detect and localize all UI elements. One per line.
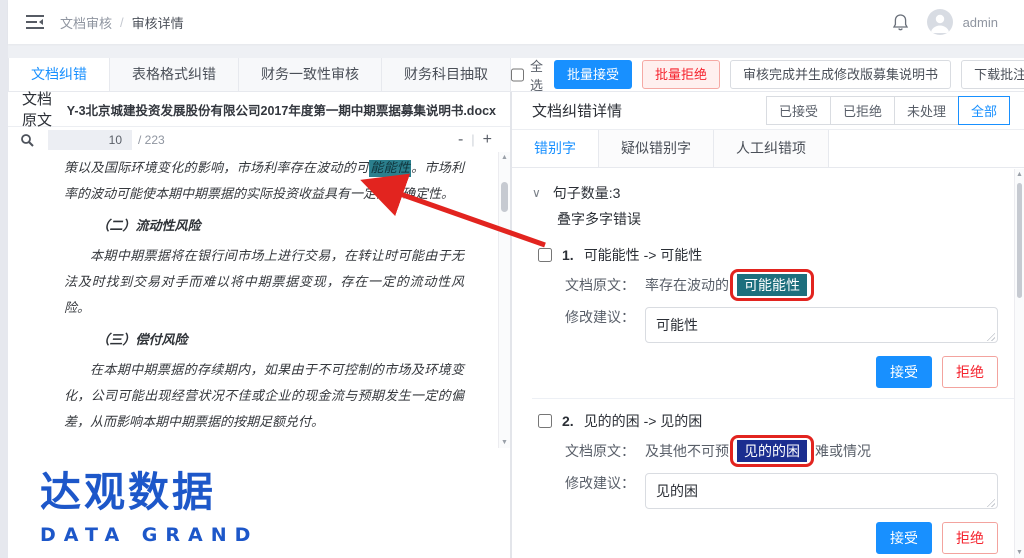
username[interactable]: admin [963, 15, 998, 30]
tab-finance-consistency[interactable]: 财务一致性审核 [239, 58, 382, 91]
scroll-up-icon[interactable]: ▲ [499, 154, 510, 161]
reject-button[interactable]: 拒绝 [942, 522, 998, 554]
doc-text-run: 策以及国际环境变化的影响，市场利率存在波动的可 [64, 161, 369, 176]
item-number: 2. [562, 413, 574, 429]
doc-heading: （二）流动性风险 [64, 214, 464, 240]
breadcrumb-separator: / [120, 15, 124, 30]
logo-cn-text: 达观数据 [40, 458, 258, 518]
item-title: 可能能性 -> 可能性 [584, 245, 703, 265]
annotation-red-box: 见的的困 [737, 441, 807, 461]
reject-button[interactable]: 拒绝 [942, 356, 998, 388]
select-all[interactable]: 全选 [511, 56, 544, 94]
chevron-down-icon[interactable]: ∨ [532, 186, 541, 200]
suggestion-input[interactable]: 可能性 [645, 307, 998, 343]
document-header: 文档原文 Y-3北京城建投资发展股份有限公司2017年度第一期中期票据募集说明书… [8, 92, 510, 126]
group-title: 句子数量:3 [553, 183, 621, 203]
tab-manual-correction[interactable]: 人工纠错项 [714, 130, 829, 167]
tab-table-format[interactable]: 表格格式纠错 [110, 58, 239, 91]
accept-button[interactable]: 接受 [876, 522, 932, 554]
download-annotated-button[interactable]: 下载批注版文件 [961, 60, 1024, 89]
top-navbar: 文档审核 / 审核详情 admin [8, 0, 1024, 44]
doc-heading: （三）偿付风险 [64, 328, 464, 354]
original-label: 文档原文： [565, 275, 635, 295]
original-prefix: 及其他不可预 [645, 441, 729, 461]
collapsed-sidebar [0, 0, 8, 558]
tab-suspected-typo[interactable]: 疑似错别字 [599, 130, 714, 167]
scroll-down-icon[interactable]: ▼ [499, 439, 510, 446]
datagrand-logo: 达观数据 DATA GRAND [40, 458, 258, 546]
select-all-label: 全选 [530, 56, 544, 94]
page-total: / 223 [138, 133, 165, 147]
scrollbar-thumb[interactable] [501, 182, 508, 212]
filter-accepted[interactable]: 已接受 [766, 96, 831, 125]
item-checkbox[interactable] [538, 414, 552, 428]
error-highlight[interactable]: 见的的困 [737, 440, 807, 462]
suggestion-label: 修改建议： [565, 307, 635, 327]
breadcrumb-root[interactable]: 文档审核 [60, 13, 112, 32]
scrollbar-thumb[interactable] [1017, 183, 1022, 298]
tab-doc-correct[interactable]: 文档纠错 [8, 58, 110, 91]
original-prefix: 率存在波动的 [645, 275, 729, 295]
correction-panel-title: 文档纠错详情 [532, 100, 622, 121]
breadcrumb-current: 审核详情 [132, 13, 184, 32]
filter-pending[interactable]: 未处理 [894, 96, 959, 125]
original-suffix: 难或情况 [815, 441, 871, 461]
doc-paragraph: 在本期中期票据的存续期内，如果由于不可控制的市场及环境变化，公司可能出现经营状况… [64, 358, 464, 436]
doc-error-highlight[interactable]: 能能性 [369, 160, 411, 177]
person-icon [927, 9, 953, 35]
scroll-down-icon[interactable]: ▼ [1015, 549, 1024, 556]
filter-all[interactable]: 全部 [958, 96, 1010, 125]
group-subtitle: 叠字多字错误 [557, 209, 1014, 229]
correction-item: 1. 可能能性 -> 可能性 文档原文： 率存在波动的 可能能性 修改建议： 可… [532, 233, 1014, 399]
finish-generate-button[interactable]: 审核完成并生成修改版募集说明书 [730, 60, 951, 89]
document-panel-title: 文档原文 [22, 88, 55, 130]
correction-list-scrollbar[interactable]: ▲ ▼ [1014, 169, 1024, 558]
select-all-checkbox[interactable] [511, 68, 524, 82]
search-icon[interactable] [20, 133, 34, 147]
document-filename: Y-3北京城建投资发展股份有限公司2017年度第一期中期票据募集说明书.docx [67, 100, 496, 119]
suggestion-input[interactable]: 见的困 [645, 473, 998, 509]
document-scrollbar[interactable]: ▲ ▼ [498, 152, 510, 448]
tab-typo[interactable]: 错别字 [512, 130, 599, 167]
menu-fold-icon[interactable] [26, 15, 44, 29]
bell-icon[interactable] [892, 13, 909, 32]
correction-panel-header: 文档纠错详情 已接受 已拒绝 未处理 全部 [512, 92, 1024, 130]
correction-panel: 文档纠错详情 已接受 已拒绝 未处理 全部 错别字 疑似错别字 人工纠错项 ∨ … [512, 92, 1024, 558]
group-header[interactable]: ∨ 句子数量:3 叠字多字错误 [532, 169, 1014, 233]
filter-rejected[interactable]: 已拒绝 [830, 96, 895, 125]
suggestion-label: 修改建议： [565, 473, 635, 493]
status-filter-group: 已接受 已拒绝 未处理 全部 [767, 96, 1010, 125]
correction-tabs: 错别字 疑似错别字 人工纠错项 [512, 130, 1024, 168]
zoom-in-icon[interactable]: + [483, 131, 492, 149]
item-number: 1. [562, 247, 574, 263]
annotation-red-box: 可能能性 [737, 275, 807, 295]
item-title: 见的的困 -> 见的困 [584, 411, 703, 431]
scroll-up-icon[interactable]: ▲ [1015, 171, 1024, 178]
accept-button[interactable]: 接受 [876, 356, 932, 388]
error-highlight[interactable]: 可能能性 [737, 274, 807, 296]
breadcrumb: 文档审核 / 审核详情 [60, 13, 184, 32]
correction-list: ∨ 句子数量:3 叠字多字错误 1. 可能能性 -> 可能性 文档原文： 率存在… [512, 169, 1014, 558]
zoom-divider: | [471, 132, 474, 147]
batch-accept-button[interactable]: 批量接受 [554, 60, 632, 89]
tab-finance-subject[interactable]: 财务科目抽取 [382, 58, 511, 91]
zoom-out-icon[interactable]: - [458, 131, 463, 149]
document-toolbar: / 223 - | + [8, 126, 510, 152]
doc-paragraph: 本期中期票据将在银行间市场上进行交易，在转让时可能由于无法及时找到交易对手而难以… [64, 244, 464, 322]
avatar[interactable] [927, 9, 953, 35]
batch-reject-button[interactable]: 批量拒绝 [642, 60, 720, 89]
item-checkbox[interactable] [538, 248, 552, 262]
document-page: 策以及国际环境变化的影响，市场利率存在波动的可能能性。市场利率的波动可能使本期中… [8, 152, 498, 448]
logo-en-text: DATA GRAND [40, 524, 258, 546]
original-label: 文档原文： [565, 441, 635, 461]
main-tabstrip: 文档纠错 表格格式纠错 财务一致性审核 财务科目抽取 全选 批量接受 批量拒绝 … [8, 58, 1024, 92]
document-text: 策以及国际环境变化的影响，市场利率存在波动的可能能性。市场利率的波动可能使本期中… [8, 152, 498, 436]
page-number-input[interactable] [48, 130, 132, 150]
doc-paragraph: 策以及国际环境变化的影响，市场利率存在波动的可能能性。市场利率的波动可能使本期中… [64, 156, 464, 208]
correction-item: 2. 见的的困 -> 见的困 文档原文： 及其他不可预 见的的困 难或情况 修改… [532, 399, 1014, 558]
document-panel: 文档原文 Y-3北京城建投资发展股份有限公司2017年度第一期中期票据募集说明书… [8, 92, 510, 558]
